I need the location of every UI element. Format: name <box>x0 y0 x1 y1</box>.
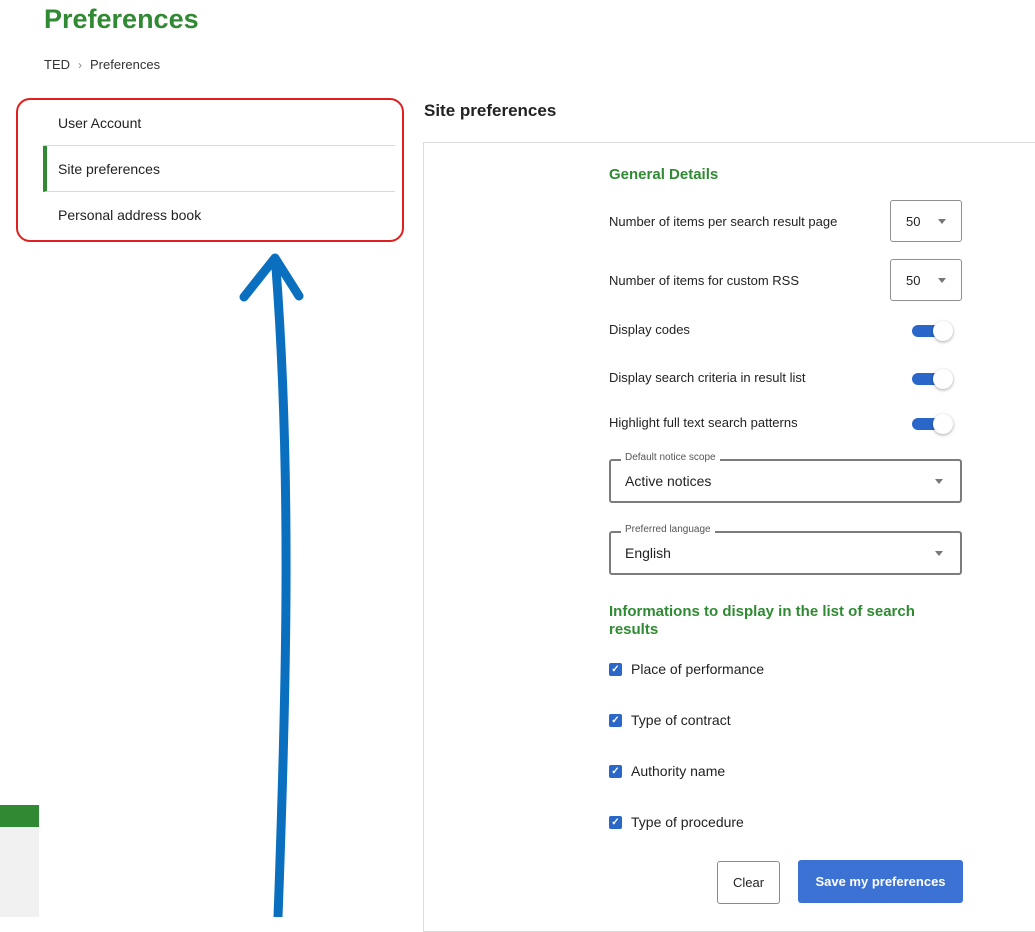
display-criteria-toggle[interactable] <box>911 368 953 390</box>
checkbox-row-place-of-performance[interactable]: ✓ Place of performance <box>609 661 764 677</box>
section-title: Site preferences <box>424 101 557 120</box>
highlight-patterns-label: Highlight full text search patterns <box>609 415 798 430</box>
sidebar-item-user-account[interactable]: User Account <box>43 100 395 146</box>
sidebar-item-label: Site preferences <box>58 161 160 177</box>
checkbox-checked-icon[interactable]: ✓ <box>609 815 622 829</box>
sidebar-item-site-preferences[interactable]: Site preferences <box>43 146 395 192</box>
items-per-page-select[interactable]: 50 <box>890 200 962 242</box>
caret-down-icon <box>938 219 946 224</box>
notice-scope-value: Active notices <box>625 473 712 489</box>
checkbox-label: Place of performance <box>631 661 765 677</box>
sidebar-item-personal-address-book[interactable]: Personal address book <box>43 192 395 238</box>
checkbox-row-type-of-procedure[interactable]: ✓ Type of procedure <box>609 814 744 830</box>
checkbox-label: Type of procedure <box>631 814 744 830</box>
breadcrumb: TED › Preferences <box>44 57 160 72</box>
checkbox-checked-icon[interactable]: ✓ <box>609 713 622 727</box>
checkbox-checked-icon[interactable]: ✓ <box>609 764 622 778</box>
language-legend: Preferred language <box>621 524 715 535</box>
caret-down-icon <box>935 551 943 556</box>
page-title: Preferences <box>44 4 199 34</box>
breadcrumb-item-preferences: Preferences <box>90 57 161 72</box>
items-per-page-label: Number of items per search result page <box>609 214 838 229</box>
items-rss-value: 50 <box>906 272 921 288</box>
display-codes-toggle[interactable] <box>911 320 953 342</box>
language-select[interactable]: Preferred language English <box>609 524 962 575</box>
caret-down-icon <box>935 479 943 484</box>
checkbox-label: Authority name <box>631 763 726 779</box>
checkbox-row-type-of-contract[interactable]: ✓ Type of contract <box>609 712 731 728</box>
checkbox-row-authority-name[interactable]: ✓ Authority name <box>609 763 725 779</box>
clear-button[interactable]: Clear <box>717 861 780 904</box>
sidebar-item-label: User Account <box>58 115 142 131</box>
notice-scope-legend: Default notice scope <box>621 452 720 463</box>
display-codes-label: Display codes <box>609 322 690 337</box>
checkbox-label: Type of contract <box>631 712 731 728</box>
checkbox-checked-icon[interactable]: ✓ <box>609 662 622 676</box>
chevron-right-icon: › <box>78 57 82 72</box>
info-display-heading: Informations to display in the list of s… <box>609 603 915 638</box>
background-green-bar <box>0 805 39 827</box>
sidebar-item-label: Personal address book <box>58 207 202 223</box>
breadcrumb-item-ted[interactable]: TED <box>44 57 70 72</box>
items-rss-label: Number of items for custom RSS <box>609 273 799 288</box>
notice-scope-select[interactable]: Default notice scope Active notices <box>609 452 962 503</box>
highlight-patterns-toggle[interactable] <box>911 413 953 435</box>
items-rss-select[interactable]: 50 <box>890 259 962 301</box>
background-grey-panel <box>0 827 39 917</box>
display-criteria-label: Display search criteria in result list <box>609 370 806 385</box>
caret-down-icon <box>938 278 946 283</box>
language-value: English <box>625 545 671 561</box>
items-per-page-value: 50 <box>906 213 921 229</box>
save-preferences-button[interactable]: Save my preferences <box>798 860 963 903</box>
sidebar-nav: User Account Site preferences Personal a… <box>43 100 395 238</box>
general-details-heading: General Details <box>609 166 719 183</box>
